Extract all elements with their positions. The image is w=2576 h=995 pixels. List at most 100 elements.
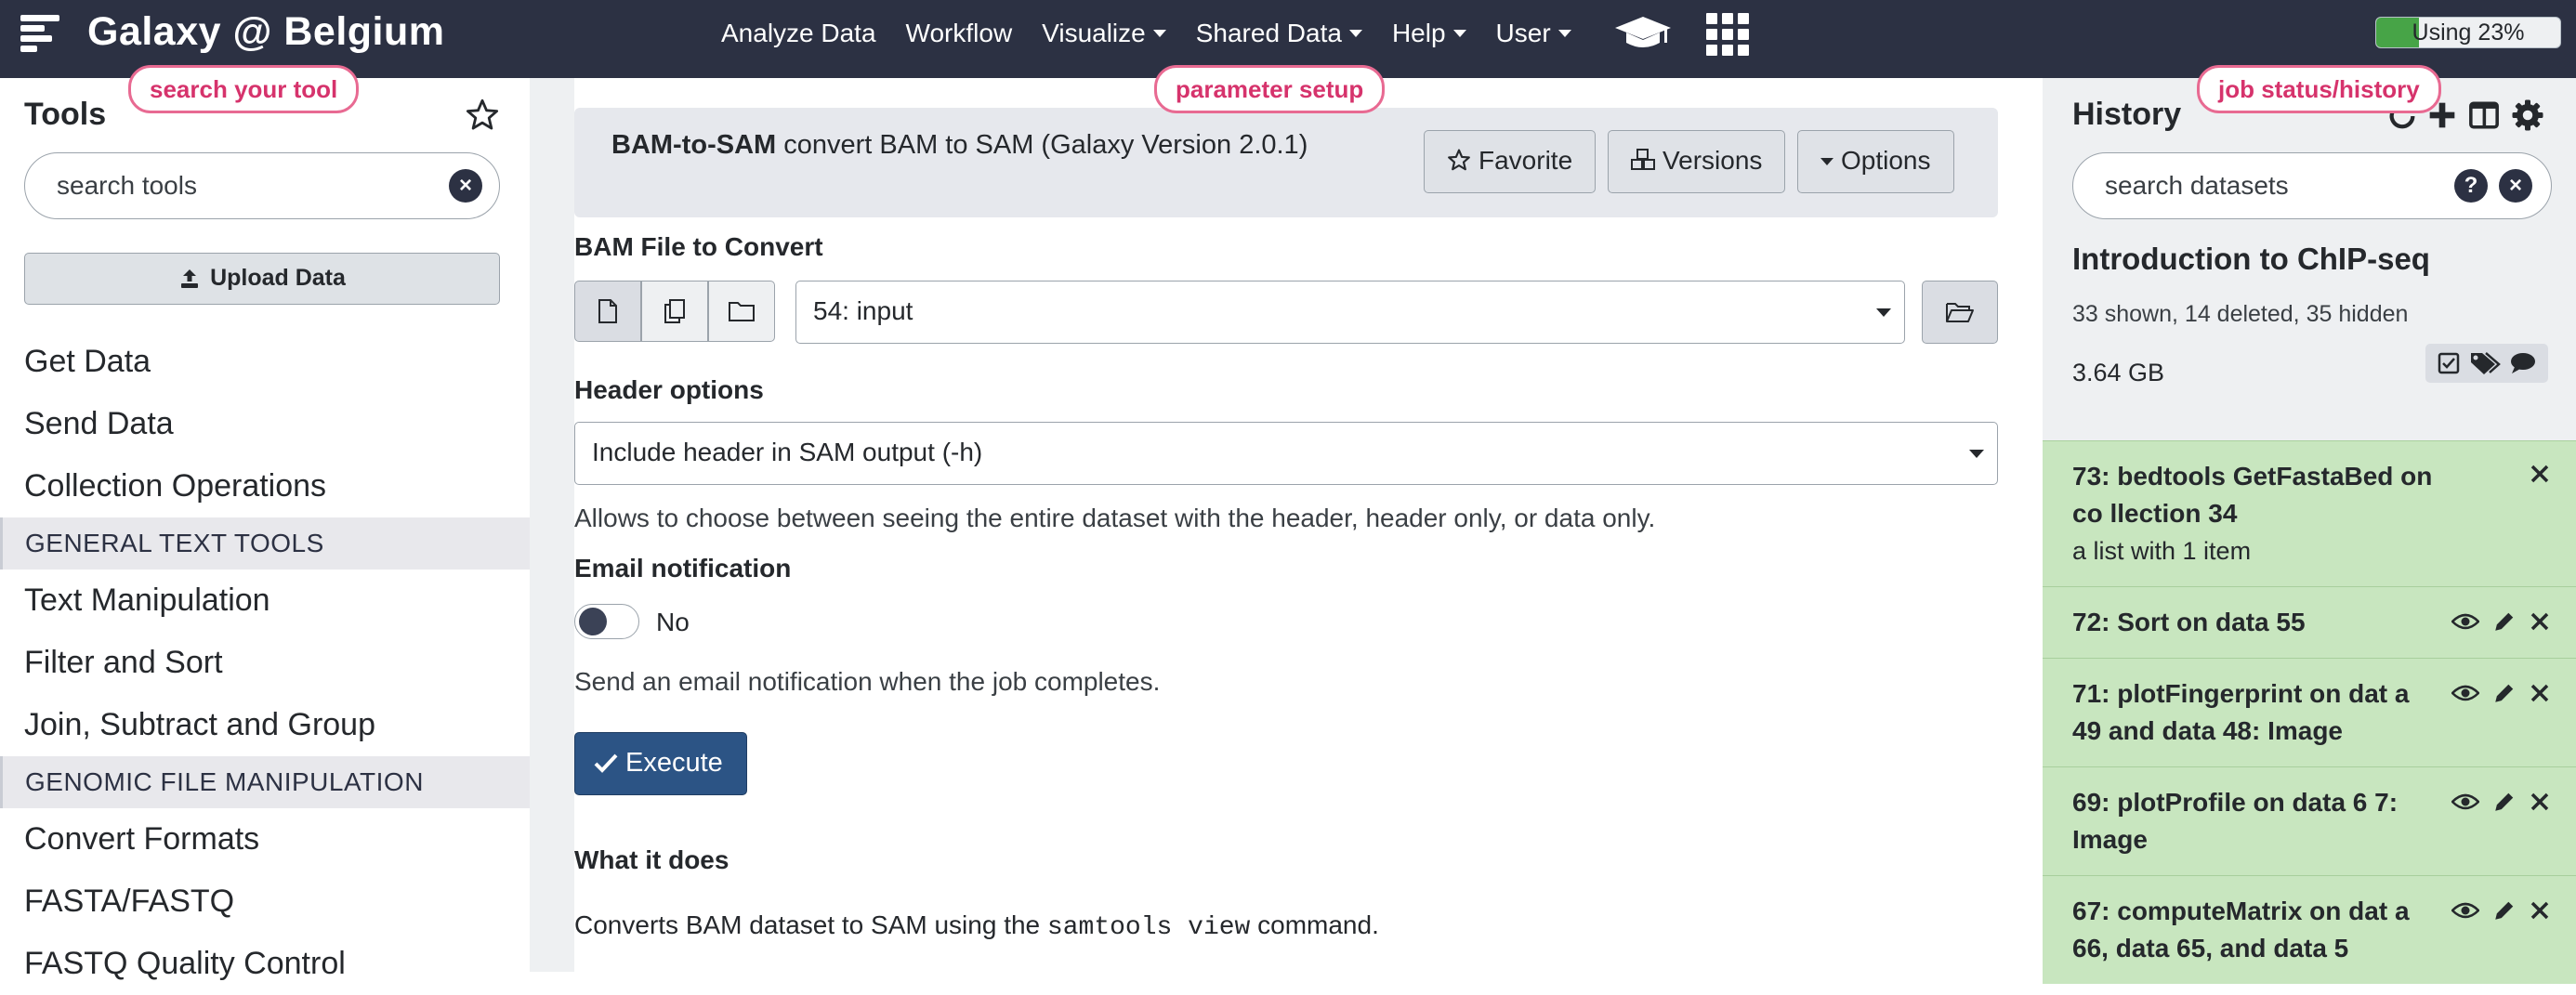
check-icon	[594, 752, 618, 774]
dataset-title[interactable]: 67: computeMatrix on dat a 66, data 65, …	[2072, 893, 2437, 967]
options-button[interactable]: Options	[1797, 130, 1954, 193]
quota-meter[interactable]: Using 23%	[2375, 17, 2561, 48]
history-dataset[interactable]: 71: plotFingerprint on dat a 49 and data…	[2043, 658, 2576, 766]
eye-icon[interactable]	[2451, 901, 2479, 920]
brand-title[interactable]: Galaxy @ Belgium	[87, 6, 445, 58]
check-square-icon[interactable]	[2438, 352, 2460, 374]
galaxy-logo-icon[interactable]	[20, 15, 59, 52]
header-options-label: Header options	[574, 375, 764, 404]
delete-icon[interactable]	[2530, 611, 2550, 632]
tool-category[interactable]: Filter and Sort	[0, 632, 530, 694]
history-dataset[interactable]: 72: Sort on data 55	[2043, 586, 2576, 658]
tool-category[interactable]: FASTA/FASTQ	[0, 871, 530, 933]
bam-file-value: 54: input	[813, 296, 913, 325]
versions-label: Versions	[1663, 146, 1763, 175]
tool-category[interactable]: Convert Formats	[0, 808, 530, 871]
folder-icon	[728, 300, 756, 322]
graduation-cap-icon[interactable]	[1615, 17, 1671, 50]
pencil-icon[interactable]	[2492, 790, 2517, 814]
nav-visualize[interactable]: Visualize	[1042, 19, 1166, 48]
execute-label: Execute	[625, 748, 723, 778]
columns-icon[interactable]	[2468, 100, 2500, 130]
nav-workflow[interactable]: Workflow	[906, 19, 1013, 48]
tool-category[interactable]: FASTQ Quality Control	[0, 933, 530, 995]
quota-label: Using 23%	[2412, 20, 2525, 46]
callout-search-tool: search your tool	[128, 65, 360, 113]
browse-datasets-button[interactable]	[1922, 281, 1998, 344]
clear-search-icon[interactable]: ×	[449, 169, 482, 203]
delete-icon[interactable]	[2530, 792, 2550, 812]
comment-icon[interactable]	[2510, 352, 2536, 374]
nav-label: Visualize	[1042, 19, 1146, 47]
gear-icon[interactable]	[2511, 98, 2544, 132]
dataset-subtitle: a list with 1 item	[2072, 537, 2252, 565]
eye-icon[interactable]	[2451, 684, 2479, 702]
panel-divider[interactable]	[530, 78, 574, 972]
delete-icon[interactable]	[2530, 900, 2550, 921]
folder-open-icon	[1945, 301, 1975, 323]
tool-search-input[interactable]: search tools ×	[24, 152, 500, 219]
apps-grid-icon[interactable]	[1706, 13, 1749, 56]
delete-icon[interactable]	[2530, 683, 2550, 703]
dataset-actions	[2438, 790, 2550, 814]
single-dataset-button[interactable]	[574, 281, 641, 342]
pencil-icon[interactable]	[2492, 609, 2517, 634]
upload-data-button[interactable]: Upload Data	[24, 253, 500, 305]
favorite-button[interactable]: Favorite	[1424, 130, 1597, 193]
dropdown-arrow-icon	[1876, 308, 1891, 317]
history-dataset[interactable]: 69: plotProfile on data 6 7: Image	[2043, 766, 2576, 875]
dataset-search-input[interactable]: search datasets ? ×	[2072, 152, 2552, 219]
callout-parameter-setup: parameter setup	[1154, 65, 1386, 113]
multiple-datasets-button[interactable]	[641, 281, 708, 342]
caret-down-icon	[1557, 30, 1571, 37]
dataset-title[interactable]: 72: Sort on data 55	[2072, 604, 2437, 641]
history-dataset[interactable]: 67: computeMatrix on dat a 66, data 65, …	[2043, 875, 2576, 984]
eye-icon[interactable]	[2451, 612, 2479, 631]
dataset-actions	[2438, 609, 2550, 634]
nav-shared-data[interactable]: Shared Data	[1196, 19, 1362, 48]
caret-down-icon	[1152, 30, 1166, 37]
bam-file-select[interactable]: 54: input	[795, 281, 1905, 344]
header-options-select[interactable]: Include header in SAM output (-h)	[574, 422, 1998, 485]
history-actions	[2425, 344, 2548, 383]
tool-category[interactable]: Collection Operations	[0, 455, 530, 517]
star-icon[interactable]	[465, 98, 500, 132]
help-icon[interactable]: ?	[2454, 169, 2488, 203]
nav-user[interactable]: User	[1496, 19, 1571, 48]
history-dataset[interactable]: 73: bedtools GetFastaBed on co llection …	[2043, 440, 2576, 586]
nav-analyze-data[interactable]: Analyze Data	[721, 19, 876, 48]
options-label: Options	[1841, 146, 1931, 175]
dataset-title[interactable]: 73: bedtools GetFastaBed on co llection …	[2072, 458, 2437, 532]
execute-button[interactable]: Execute	[574, 732, 747, 795]
tags-icon[interactable]	[2469, 351, 2501, 375]
versions-button[interactable]: Versions	[1608, 130, 1786, 193]
history-counts[interactable]: 33 shown, 14 deleted, 35 hidden	[2072, 301, 2408, 328]
pencil-icon[interactable]	[2492, 681, 2517, 705]
pencil-icon[interactable]	[2492, 898, 2517, 923]
tool-category[interactable]: Join, Subtract and Group	[0, 694, 530, 756]
tool-category[interactable]: Get Data	[0, 331, 530, 393]
nav-label: Help	[1391, 19, 1446, 47]
email-notification-toggle[interactable]	[574, 604, 639, 639]
what-text-post: command.	[1257, 910, 1379, 939]
clear-search-icon[interactable]: ×	[2499, 169, 2532, 203]
tool-search-placeholder: search tools	[57, 171, 197, 200]
tool-description: convert BAM to SAM (Galaxy Version 2.0.1…	[783, 130, 1308, 160]
dataset-title[interactable]: 69: plotProfile on data 6 7: Image	[2072, 784, 2437, 858]
dataset-title[interactable]: 71: plotFingerprint on dat a 49 and data…	[2072, 675, 2437, 750]
collection-button[interactable]	[708, 281, 775, 342]
bam-file-label: BAM File to Convert	[574, 232, 823, 261]
main-nav: Analyze Data Workflow Visualize Shared D…	[721, 0, 1601, 67]
tool-category[interactable]: Text Manipulation	[0, 570, 530, 632]
what-code: samtools view	[1046, 913, 1251, 942]
tool-section-header[interactable]: GENOMIC FILE MANIPULATION	[0, 756, 530, 808]
upload-icon	[178, 268, 201, 290]
tool-section-header[interactable]: GENERAL TEXT TOOLS	[0, 517, 530, 570]
delete-icon[interactable]	[2530, 464, 2550, 484]
cubes-icon	[1631, 149, 1655, 171]
email-notification-label: Email notification	[574, 554, 792, 583]
tool-category[interactable]: Send Data	[0, 393, 530, 455]
nav-help[interactable]: Help	[1392, 19, 1466, 48]
eye-icon[interactable]	[2451, 792, 2479, 811]
history-name[interactable]: Introduction to ChIP-seq	[2072, 242, 2430, 277]
